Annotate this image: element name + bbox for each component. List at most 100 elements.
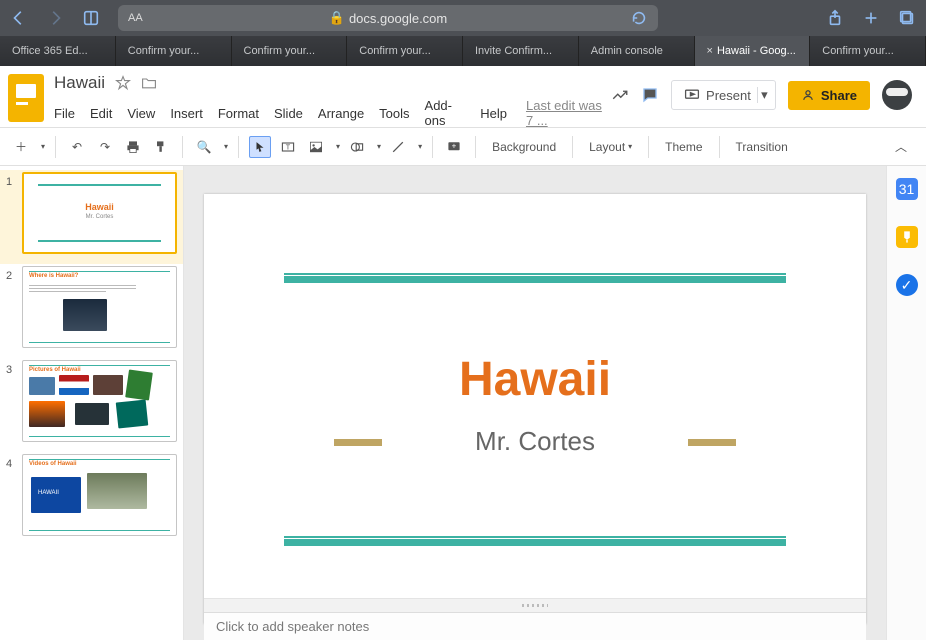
menu-bar: File Edit View Insert Format Slide Arran… (54, 98, 611, 128)
menu-format[interactable]: Format (218, 106, 259, 121)
activity-icon[interactable] (611, 86, 629, 104)
image-dropdown[interactable]: ▾ (336, 142, 340, 151)
print-button[interactable] (122, 136, 144, 158)
zoom-dropdown[interactable]: ▾ (224, 142, 228, 151)
add-comment-button[interactable]: + (443, 136, 465, 158)
new-slide-dropdown[interactable]: ▾ (41, 142, 45, 151)
lock-icon: 🔒 (329, 10, 345, 26)
menu-edit[interactable]: Edit (90, 106, 112, 121)
slide-thumbnail[interactable]: 3 Pictures of Hawaii (0, 358, 183, 452)
calendar-icon[interactable]: 31 (896, 178, 918, 200)
browser-tab[interactable]: Invite Confirm... (463, 36, 579, 66)
tasks-icon[interactable]: ✓ (896, 274, 918, 296)
hide-menus-button[interactable]: ︿ (890, 136, 912, 158)
slide-thumbnail[interactable]: 4 Videos of Hawaii HAWAII (0, 452, 183, 546)
share-button[interactable]: Share (788, 81, 870, 110)
browser-tab[interactable]: Office 365 Ed... (0, 36, 116, 66)
slide-filmstrip: 1 Hawaii Mr. Cortes 2 Where is Hawaii? 3… (0, 166, 184, 640)
browser-tab[interactable]: Confirm your... (347, 36, 463, 66)
shape-tool[interactable] (346, 136, 368, 158)
present-label: Present (706, 88, 751, 103)
menu-arrange[interactable]: Arrange (318, 106, 364, 121)
slides-logo-icon[interactable] (8, 74, 44, 122)
browser-tab[interactable]: Confirm your... (116, 36, 232, 66)
textbox-tool[interactable]: T (277, 136, 299, 158)
tab-label: Confirm your... (128, 45, 200, 57)
slide-thumbnail[interactable]: 1 Hawaii Mr. Cortes (0, 170, 183, 264)
share-label: Share (821, 88, 857, 103)
browser-tab[interactable]: Confirm your... (232, 36, 348, 66)
close-tab-icon[interactable]: × (707, 45, 713, 57)
side-panel-rail: 31 ✓ (886, 166, 926, 640)
line-dropdown[interactable]: ▾ (418, 142, 422, 151)
share-icon[interactable] (826, 9, 844, 27)
reader-mode-icon[interactable]: AA (128, 12, 143, 24)
slide-title[interactable]: Hawaii (204, 352, 866, 407)
layout-button[interactable]: Layout▾ (583, 140, 638, 154)
browser-toolbar: AA 🔒 docs.google.com (0, 0, 926, 36)
last-edit-link[interactable]: Last edit was 7 ... (526, 98, 611, 128)
undo-button[interactable]: ↶ (66, 136, 88, 158)
tab-label: Office 365 Ed... (12, 45, 88, 57)
tab-label: Confirm your... (822, 45, 894, 57)
tab-label: Invite Confirm... (475, 45, 552, 57)
menu-addons[interactable]: Add-ons (425, 98, 466, 128)
thumb-heading: Pictures of Hawaii (29, 367, 81, 373)
notes-placeholder: Click to add speaker notes (216, 619, 369, 634)
workspace: 1 Hawaii Mr. Cortes 2 Where is Hawaii? 3… (0, 166, 926, 640)
slide-number: 3 (6, 360, 18, 442)
slide-canvas[interactable]: Hawaii Mr. Cortes (204, 194, 866, 624)
shape-dropdown[interactable]: ▾ (377, 142, 381, 151)
transition-button[interactable]: Transition (730, 140, 794, 154)
speaker-notes-input[interactable]: Click to add speaker notes (204, 612, 866, 640)
decorative-bar-top (284, 276, 786, 283)
star-icon[interactable] (115, 75, 131, 91)
back-button[interactable] (10, 9, 28, 27)
present-dropdown[interactable]: ▾ (757, 87, 771, 103)
background-button[interactable]: Background (486, 140, 562, 154)
present-button[interactable]: Present ▾ (671, 80, 776, 110)
menu-view[interactable]: View (127, 106, 155, 121)
app-header: Hawaii File Edit View Insert Format Slid… (0, 66, 926, 128)
move-folder-icon[interactable] (141, 75, 157, 91)
line-tool[interactable] (387, 136, 409, 158)
keep-icon[interactable] (896, 226, 918, 248)
new-slide-button[interactable]: ＋ (10, 136, 32, 158)
address-bar[interactable]: AA 🔒 docs.google.com (118, 5, 658, 31)
redo-button[interactable]: ↷ (94, 136, 116, 158)
refresh-button[interactable] (630, 9, 648, 27)
paint-format-button[interactable] (150, 136, 172, 158)
account-avatar[interactable] (882, 80, 912, 110)
tabs-overview-icon[interactable] (898, 9, 916, 27)
menu-file[interactable]: File (54, 106, 75, 121)
menu-help[interactable]: Help (480, 106, 507, 121)
browser-tab[interactable]: × Hawaii - Goog... (695, 36, 811, 66)
notes-resize-handle[interactable] (204, 598, 866, 612)
image-tool[interactable] (305, 136, 327, 158)
browser-tab[interactable]: Confirm your... (810, 36, 926, 66)
browser-tab[interactable]: Admin console (579, 36, 695, 66)
svg-text:+: + (452, 141, 457, 150)
zoom-button[interactable]: 🔍 (193, 136, 215, 158)
slide-number: 4 (6, 454, 18, 536)
tab-label: Hawaii - Goog... (717, 45, 796, 57)
document-title[interactable]: Hawaii (54, 73, 105, 93)
menu-slide[interactable]: Slide (274, 106, 303, 121)
new-tab-button[interactable] (862, 9, 880, 27)
menu-tools[interactable]: Tools (379, 106, 409, 121)
forward-button[interactable] (46, 9, 64, 27)
thumb-subtitle: Mr. Cortes (24, 214, 175, 220)
comments-icon[interactable] (641, 86, 659, 104)
menu-insert[interactable]: Insert (170, 106, 203, 121)
tab-label: Confirm your... (244, 45, 316, 57)
bookmarks-icon[interactable] (82, 9, 100, 27)
select-tool[interactable] (249, 136, 271, 158)
tab-label: Admin console (591, 45, 663, 57)
theme-button[interactable]: Theme (659, 140, 708, 154)
thumb-title: Hawaii (24, 202, 175, 212)
slide-number: 1 (6, 172, 18, 254)
slide-subtitle[interactable]: Mr. Cortes (204, 426, 866, 457)
decorative-bar-bottom (284, 539, 786, 546)
slide-canvas-area: Hawaii Mr. Cortes Click to add speaker n… (184, 166, 886, 640)
slide-thumbnail[interactable]: 2 Where is Hawaii? (0, 264, 183, 358)
